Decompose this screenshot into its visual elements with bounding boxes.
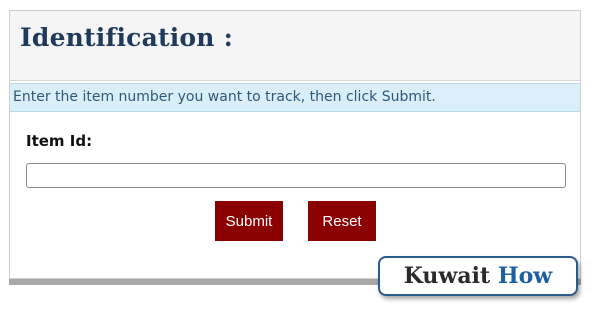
instruction-bar: Enter the item number you want to track,… [10, 83, 580, 112]
instruction-text: Enter the item number you want to track,… [13, 89, 436, 105]
watermark-word-kuwait: Kuwait [403, 263, 491, 289]
page-title: Identification : [20, 23, 234, 52]
panel-header: Identification : [10, 11, 580, 81]
item-id-input[interactable] [26, 163, 566, 188]
identification-panel: Identification : Enter the item number y… [9, 10, 581, 279]
watermark-word-how: How [497, 263, 553, 289]
item-id-label: Item Id: [26, 132, 93, 150]
submit-button[interactable]: Submit [215, 201, 283, 241]
kuwait-how-watermark: Kuwait How [378, 256, 578, 296]
reset-button[interactable]: Reset [308, 201, 376, 241]
